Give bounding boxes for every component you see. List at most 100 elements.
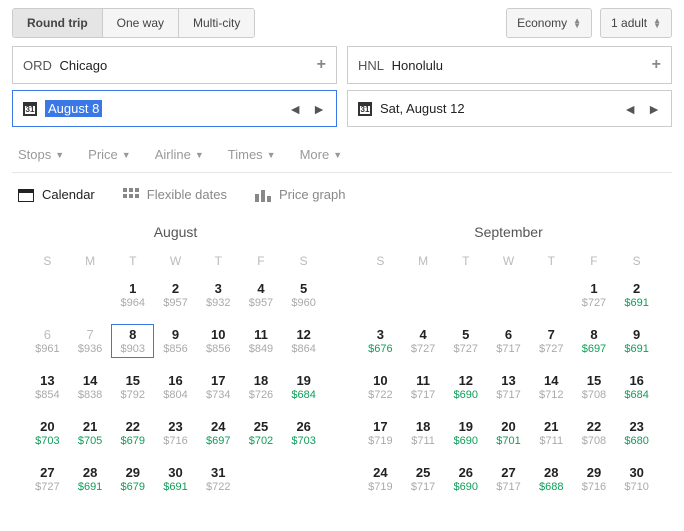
day-cell[interactable]: 25$702 <box>240 416 283 450</box>
day-cell[interactable]: 10$856 <box>197 324 240 358</box>
day-cell[interactable]: 18$726 <box>240 370 283 404</box>
day-cell[interactable]: 27$717 <box>487 462 530 496</box>
day-cell[interactable]: 18$711 <box>402 416 445 450</box>
day-cell[interactable]: 29$716 <box>573 462 616 496</box>
prev-day-icon[interactable]: ◄ <box>288 101 302 117</box>
day-cell[interactable]: 24$719 <box>359 462 402 496</box>
day-cell[interactable]: 15$708 <box>573 370 616 404</box>
day-cell[interactable]: 6$961 <box>26 324 69 358</box>
passengers-select[interactable]: 1 adult ▲▼ <box>600 8 672 38</box>
day-cell[interactable]: 22$708 <box>573 416 616 450</box>
day-cell[interactable]: 3$676 <box>359 324 402 358</box>
day-price: $722 <box>368 389 392 401</box>
day-cell[interactable]: 12$690 <box>444 370 487 404</box>
day-cell[interactable]: 17$734 <box>197 370 240 404</box>
day-cell[interactable]: 25$717 <box>402 462 445 496</box>
day-price: $734 <box>206 389 230 401</box>
day-cell[interactable]: 4$727 <box>402 324 445 358</box>
day-cell[interactable]: 16$684 <box>615 370 658 404</box>
sort-icon: ▲▼ <box>653 18 661 28</box>
next-day-icon[interactable]: ► <box>647 101 661 117</box>
day-price: $719 <box>368 481 392 493</box>
price-filter[interactable]: Price▼ <box>88 147 131 162</box>
day-cell[interactable]: 17$719 <box>359 416 402 450</box>
day-cell[interactable]: 2$691 <box>615 278 658 312</box>
return-date-field[interactable]: 31 Sat, August 12 ◄ ► <box>347 90 672 127</box>
day-cell[interactable]: 5$727 <box>444 324 487 358</box>
day-cell[interactable]: 27$727 <box>26 462 69 496</box>
destination-field[interactable]: HNL Honolulu + <box>347 46 672 84</box>
origin-field[interactable]: ORD Chicago + <box>12 46 337 84</box>
day-cell[interactable]: 1$727 <box>573 278 616 312</box>
day-cell[interactable]: 19$684 <box>282 370 325 404</box>
day-number: 17 <box>211 373 225 388</box>
day-cell[interactable]: 9$691 <box>615 324 658 358</box>
day-number: 4 <box>257 281 264 296</box>
day-cell[interactable]: 21$705 <box>69 416 112 450</box>
day-price: $719 <box>368 435 392 447</box>
day-cell[interactable]: 12$864 <box>282 324 325 358</box>
day-cell[interactable]: 13$717 <box>487 370 530 404</box>
plus-icon[interactable]: + <box>652 56 661 74</box>
day-cell[interactable]: 20$701 <box>487 416 530 450</box>
day-number: 3 <box>377 327 384 342</box>
more-filter[interactable]: More▼ <box>300 147 343 162</box>
plus-icon[interactable]: + <box>317 56 326 74</box>
day-cell[interactable]: 6$717 <box>487 324 530 358</box>
day-number: 13 <box>501 373 515 388</box>
calendar-icon: 31 <box>358 102 372 116</box>
day-cell[interactable]: 30$691 <box>154 462 197 496</box>
day-cell[interactable]: 26$690 <box>444 462 487 496</box>
day-number: 28 <box>83 465 97 480</box>
day-cell[interactable]: 7$936 <box>69 324 112 358</box>
day-price: $717 <box>496 389 520 401</box>
next-day-icon[interactable]: ► <box>312 101 326 117</box>
multi-city-tab[interactable]: Multi-city <box>179 9 254 37</box>
day-cell[interactable]: 24$697 <box>197 416 240 450</box>
day-price: $727 <box>539 343 563 355</box>
day-cell[interactable]: 4$957 <box>240 278 283 312</box>
day-cell[interactable]: 9$856 <box>154 324 197 358</box>
day-cell[interactable]: 28$688 <box>530 462 573 496</box>
day-cell[interactable]: 13$854 <box>26 370 69 404</box>
cabin-class-select[interactable]: Economy ▲▼ <box>506 8 592 38</box>
day-cell[interactable]: 2$957 <box>154 278 197 312</box>
day-price: $702 <box>249 435 273 447</box>
day-cell[interactable]: 15$792 <box>111 370 154 404</box>
day-cell[interactable]: 23$716 <box>154 416 197 450</box>
day-cell[interactable]: 8$697 <box>573 324 616 358</box>
day-cell-empty <box>444 278 487 312</box>
day-cell[interactable]: 11$849 <box>240 324 283 358</box>
day-cell[interactable]: 29$679 <box>111 462 154 496</box>
day-cell[interactable]: 30$710 <box>615 462 658 496</box>
day-cell[interactable]: 14$838 <box>69 370 112 404</box>
day-cell[interactable]: 11$717 <box>402 370 445 404</box>
stops-filter[interactable]: Stops▼ <box>18 147 64 162</box>
depart-date-field[interactable]: 31 August 8 ◄ ► <box>12 90 337 127</box>
calendar-tab[interactable]: Calendar <box>18 187 95 202</box>
day-cell[interactable]: 22$679 <box>111 416 154 450</box>
day-number: 3 <box>215 281 222 296</box>
day-cell[interactable]: 10$722 <box>359 370 402 404</box>
day-cell[interactable]: 20$703 <box>26 416 69 450</box>
day-cell[interactable]: 21$711 <box>530 416 573 450</box>
day-cell[interactable]: 3$932 <box>197 278 240 312</box>
day-cell[interactable]: 8$903 <box>111 324 154 358</box>
one-way-tab[interactable]: One way <box>103 9 179 37</box>
day-cell[interactable]: 23$680 <box>615 416 658 450</box>
price-graph-tab[interactable]: Price graph <box>255 187 345 202</box>
day-cell[interactable]: 1$964 <box>111 278 154 312</box>
prev-day-icon[interactable]: ◄ <box>623 101 637 117</box>
day-cell[interactable]: 5$960 <box>282 278 325 312</box>
airline-filter[interactable]: Airline▼ <box>155 147 204 162</box>
round-trip-tab[interactable]: Round trip <box>13 9 103 37</box>
flexible-dates-tab[interactable]: Flexible dates <box>123 187 227 202</box>
day-cell[interactable]: 26$703 <box>282 416 325 450</box>
day-cell[interactable]: 14$712 <box>530 370 573 404</box>
day-cell[interactable]: 31$722 <box>197 462 240 496</box>
times-filter[interactable]: Times▼ <box>228 147 276 162</box>
day-cell[interactable]: 7$727 <box>530 324 573 358</box>
day-cell[interactable]: 28$691 <box>69 462 112 496</box>
day-cell[interactable]: 16$804 <box>154 370 197 404</box>
day-cell[interactable]: 19$690 <box>444 416 487 450</box>
